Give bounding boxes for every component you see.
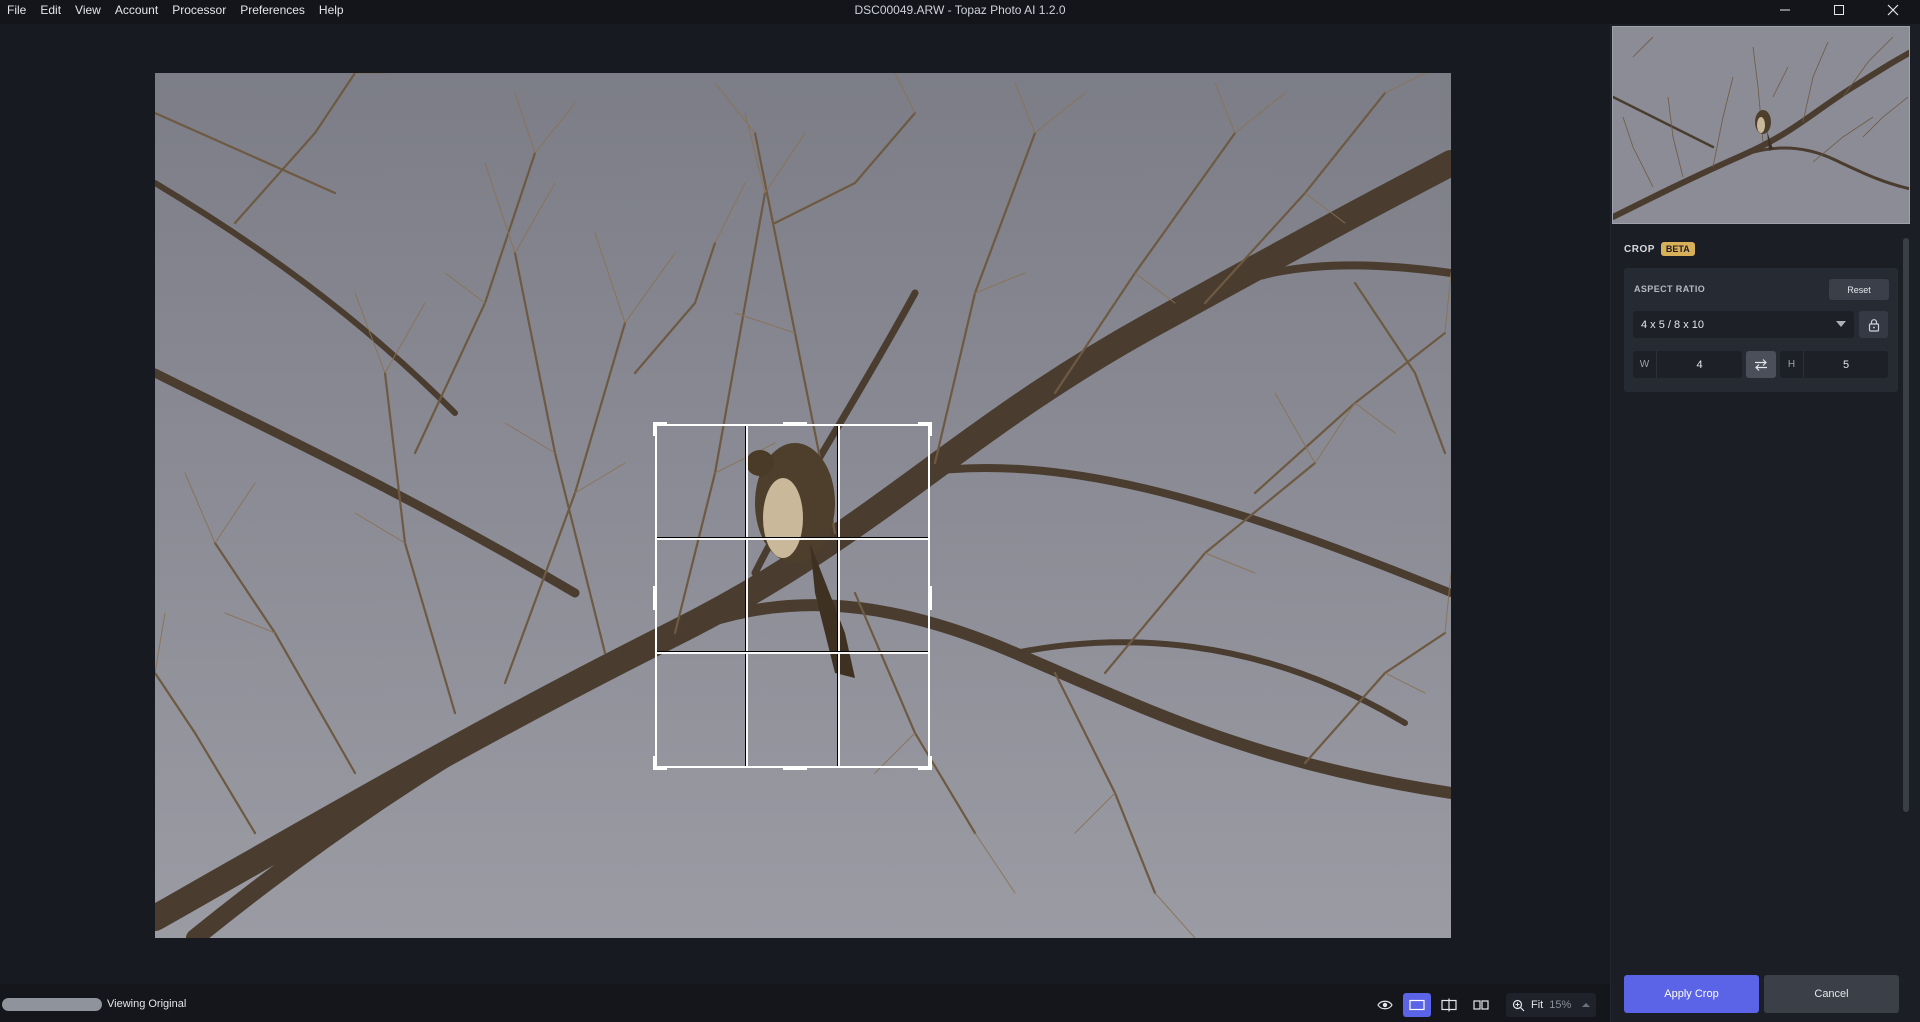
bottom-toolbar	[0, 984, 1610, 1022]
crop-handle-bottom-right[interactable]	[928, 756, 932, 770]
viewing-original-toggle[interactable]	[2, 998, 102, 1011]
menu-preferences[interactable]: Preferences	[233, 0, 312, 20]
crop-handle-bottom[interactable]	[783, 766, 807, 770]
crop-handle-top[interactable]	[783, 422, 807, 426]
crop-handle-right[interactable]	[928, 586, 932, 610]
chevron-down-icon	[1836, 321, 1846, 327]
swap-dimensions-button[interactable]	[1746, 351, 1776, 378]
zoom-icon	[1512, 999, 1525, 1011]
height-field[interactable]: H 5	[1780, 351, 1888, 378]
minimize-icon	[1780, 9, 1790, 11]
panel-scrollbar[interactable]	[1903, 238, 1909, 812]
zoom-control[interactable]: Fit 15%	[1506, 993, 1596, 1017]
eye-icon	[1377, 1000, 1393, 1010]
split-view-button[interactable]	[1435, 993, 1463, 1017]
window-controls	[1758, 0, 1920, 20]
menu-account[interactable]: Account	[108, 0, 165, 20]
crop-frame[interactable]	[653, 422, 932, 770]
aspect-ratio-label: ASPECT RATIO	[1634, 284, 1706, 294]
menu-processor[interactable]: Processor	[165, 0, 233, 20]
lock-icon	[1868, 318, 1879, 332]
crop-grid-line	[745, 426, 748, 766]
lock-ratio-button[interactable]	[1859, 311, 1888, 338]
crop-section-header: CROP BETA	[1624, 241, 1695, 257]
maximize-button[interactable]	[1812, 0, 1866, 20]
swap-icon	[1755, 358, 1767, 371]
cancel-button[interactable]: Cancel	[1764, 975, 1899, 1013]
close-button[interactable]	[1866, 0, 1920, 20]
menu-edit[interactable]: Edit	[33, 0, 68, 20]
navigator-thumbnail[interactable]	[1612, 26, 1910, 224]
menu-file[interactable]: File	[0, 0, 33, 20]
width-tag: W	[1633, 351, 1657, 378]
reset-button[interactable]: Reset	[1829, 279, 1889, 300]
beta-badge: BETA	[1660, 242, 1695, 256]
menu-bar: File Edit View Account Processor Prefere…	[0, 0, 351, 20]
aspect-ratio-value: 4 x 5 / 8 x 10	[1641, 318, 1704, 331]
viewing-status: Viewing Original	[107, 998, 187, 1010]
split-view-icon	[1441, 998, 1457, 1012]
single-view-icon	[1409, 999, 1425, 1011]
apply-crop-button[interactable]: Apply Crop	[1624, 975, 1759, 1013]
zoom-mode: Fit	[1531, 999, 1544, 1011]
thumbnail-image	[1613, 27, 1909, 223]
menu-view[interactable]: View	[68, 0, 108, 20]
zoom-value: 15%	[1549, 999, 1572, 1011]
image-canvas[interactable]	[0, 24, 1610, 984]
side-by-side-button[interactable]	[1467, 993, 1495, 1017]
menu-help[interactable]: Help	[312, 0, 351, 20]
width-value[interactable]: 4	[1657, 359, 1742, 371]
crop-handle-left[interactable]	[653, 586, 657, 610]
maximize-icon	[1834, 5, 1844, 15]
minimize-button[interactable]	[1758, 0, 1812, 20]
preview-toggle-button[interactable]	[1371, 993, 1399, 1017]
aspect-ratio-select[interactable]: 4 x 5 / 8 x 10	[1633, 311, 1854, 338]
single-view-button[interactable]	[1403, 993, 1431, 1017]
height-value[interactable]: 5	[1804, 359, 1888, 371]
width-field[interactable]: W 4	[1633, 351, 1742, 378]
crop-grid-line	[657, 537, 928, 540]
chevron-up-icon[interactable]	[1581, 1001, 1591, 1009]
crop-grid-line	[657, 651, 928, 654]
height-tag: H	[1780, 351, 1804, 378]
crop-handle-bottom-left[interactable]	[653, 756, 657, 770]
side-by-side-icon	[1473, 1000, 1489, 1010]
crop-handle-top-right[interactable]	[928, 422, 932, 436]
crop-title: CROP	[1624, 243, 1655, 255]
crop-grid-line	[837, 426, 840, 766]
title-bar: File Edit View Account Processor Prefere…	[0, 0, 1920, 24]
close-icon	[1887, 4, 1899, 16]
crop-handle-top-left[interactable]	[653, 422, 657, 436]
